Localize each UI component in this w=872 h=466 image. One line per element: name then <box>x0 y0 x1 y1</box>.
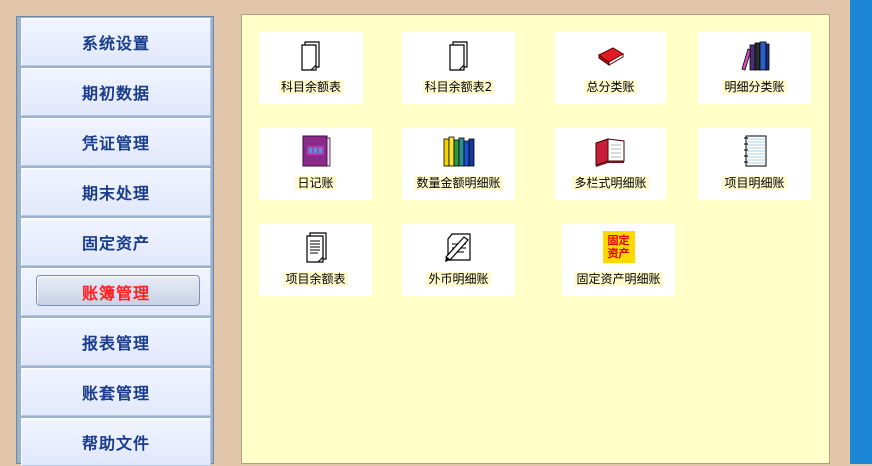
tile-label: 项目明细账 <box>722 176 787 190</box>
tile-label: 项目余额表 <box>283 272 348 286</box>
window-edge <box>850 0 872 464</box>
tile-multi-column-detail[interactable]: 多栏式明细账 <box>555 128 666 200</box>
tile-fixed-asset-detail[interactable]: 固定 资产 固定资产明细账 <box>562 224 675 296</box>
sidebar-item-label: 系统设置 <box>81 34 150 53</box>
sidebar-item-ledger-management[interactable]: 账簿管理 <box>21 268 211 316</box>
tile-label: 总分类账 <box>584 80 637 94</box>
sidebar-item-label: 账套管理 <box>81 384 150 403</box>
ledger-panel: 科目余额表 科目余额表2 总分类账 明细分类账 日记账 数量金额明细账 多栏式明… <box>241 14 830 464</box>
tile-label: 固定资产明细账 <box>574 272 663 286</box>
sidebar-item-help-files[interactable]: 帮助文件 <box>21 418 211 466</box>
sidebar-item-label: 固定资产 <box>81 234 150 253</box>
open-book-icon <box>555 135 666 167</box>
document-icon <box>402 39 515 71</box>
tile-project-balance[interactable]: 项目余额表 <box>259 224 372 296</box>
sidebar-item-label: 帮助文件 <box>81 434 150 453</box>
tile-journal[interactable]: 日记账 <box>259 128 372 200</box>
tile-label: 外币明细账 <box>426 272 491 286</box>
writing-icon <box>402 231 515 263</box>
sidebar-item-opening-data[interactable]: 期初数据 <box>21 68 211 116</box>
sidebar-item-voucher-management[interactable]: 凭证管理 <box>21 118 211 166</box>
sidebar-item-label: 凭证管理 <box>81 134 150 153</box>
tile-account-balance[interactable]: 科目余额表 <box>259 32 363 104</box>
sidebar: 系统设置 期初数据 凭证管理 期末处理 固定资产 账簿管理 报表管理 账套管理 … <box>16 16 214 466</box>
tile-foreign-currency-detail[interactable]: 外币明细账 <box>402 224 515 296</box>
notepad-icon <box>698 135 811 167</box>
tile-label: 数量金额明细账 <box>414 176 503 190</box>
colored-books-icon <box>402 135 515 167</box>
sidebar-item-label: 报表管理 <box>81 334 150 353</box>
sidebar-item-label: 期末处理 <box>81 184 150 203</box>
sidebar-item-account-set-management[interactable]: 账套管理 <box>21 368 211 416</box>
tile-label: 科目余额表2 <box>422 80 495 94</box>
purple-book-icon <box>259 135 372 167</box>
sidebar-item-label: 账簿管理 <box>81 284 150 303</box>
tile-detail-ledger[interactable]: 明细分类账 <box>698 32 811 104</box>
tile-label: 科目余额表 <box>278 80 343 94</box>
tile-label: 多栏式明细账 <box>572 176 649 190</box>
document-icon <box>259 39 363 71</box>
tile-label: 明细分类账 <box>722 80 787 94</box>
fixed-asset-icon: 固定 资产 <box>562 231 675 263</box>
fixed-asset-icon-text-bottom: 资产 <box>607 247 630 260</box>
sidebar-item-report-management[interactable]: 报表管理 <box>21 318 211 366</box>
sidebar-item-label: 期初数据 <box>81 84 150 103</box>
tile-general-ledger[interactable]: 总分类账 <box>555 32 666 104</box>
books-icon <box>698 39 811 71</box>
sidebar-item-period-end[interactable]: 期末处理 <box>21 168 211 216</box>
text-document-icon <box>259 231 372 263</box>
red-book-icon <box>555 39 666 71</box>
tile-project-detail[interactable]: 项目明细账 <box>698 128 811 200</box>
sidebar-item-system-settings[interactable]: 系统设置 <box>21 18 211 66</box>
tile-quantity-amount-detail[interactable]: 数量金额明细账 <box>402 128 515 200</box>
tile-label: 日记账 <box>295 176 336 190</box>
sidebar-item-fixed-assets[interactable]: 固定资产 <box>21 218 211 266</box>
fixed-asset-icon-text-top: 固定 <box>607 234 630 247</box>
tile-account-balance-2[interactable]: 科目余额表2 <box>402 32 515 104</box>
